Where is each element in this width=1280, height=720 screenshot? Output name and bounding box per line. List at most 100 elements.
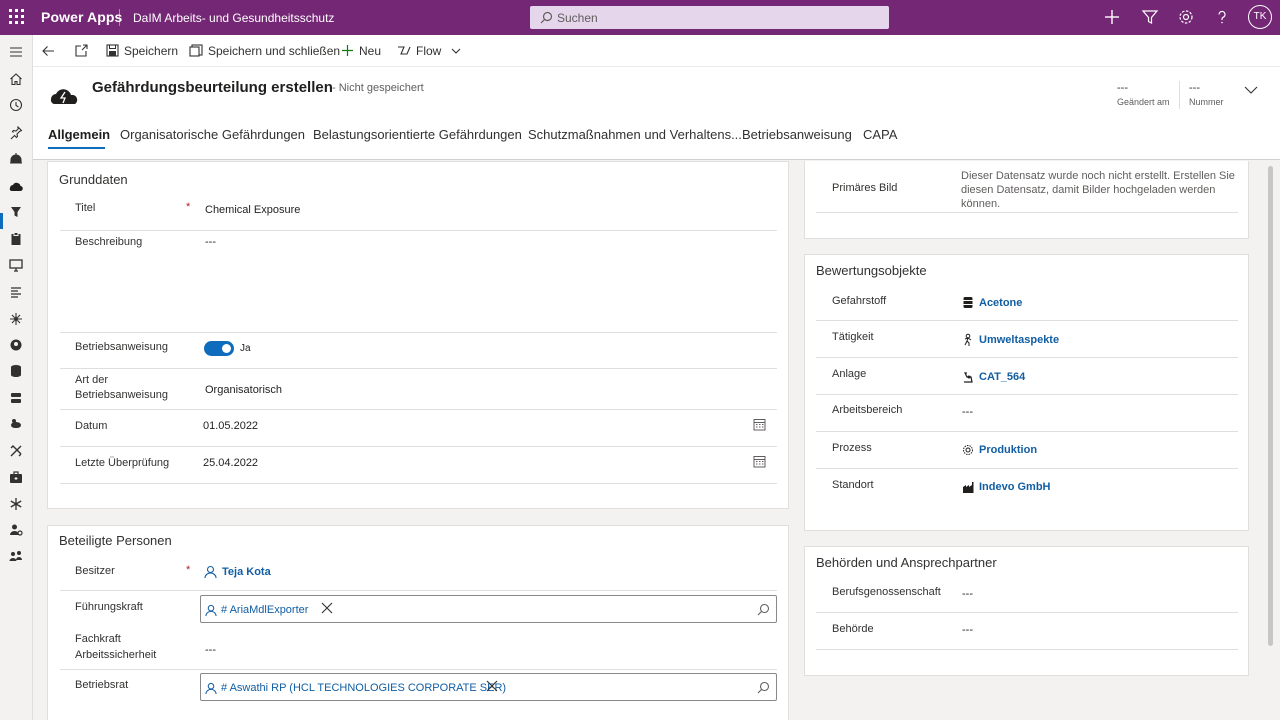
storage-icon[interactable] [8,390,24,406]
chevron-down-icon [451,48,461,54]
person-icon [204,565,217,579]
arbeitsbereich-value[interactable]: --- [962,406,973,418]
person-settings-icon[interactable] [8,522,24,538]
hazard-icon[interactable] [8,150,24,166]
required-marker: * [186,201,191,213]
risk-assessment-icon [50,89,78,104]
search-box[interactable]: Suchen [530,6,889,29]
letzte-pruefung-input[interactable]: 25.04.2022 [203,457,258,469]
chevron-down-icon[interactable] [1244,83,1258,97]
berufsgenossenschaft-value[interactable]: --- [962,588,973,600]
gefahrstoff-lookup[interactable]: Acetone [962,296,1022,309]
berufsgenossenschaft-label: Berufsgenossenschaft [832,586,941,598]
lookup-chip[interactable]: # Aswathi RP (HCL TECHNOLOGIES CORPORATE… [205,678,506,698]
behoerde-value[interactable]: --- [962,624,973,636]
toggle-value: Ja [240,343,251,354]
besitzer-lookup[interactable]: Teja Kota [204,565,271,579]
hamburger-icon[interactable] [8,44,24,60]
tools-icon[interactable] [8,443,24,459]
datum-input[interactable]: 01.05.2022 [203,420,258,432]
besitzer-value: Teja Kota [222,566,271,578]
app-name[interactable]: DaIM Arbeits- und Gesundheitsschutz [133,11,334,25]
save-icon [106,44,119,57]
anlage-label: Anlage [832,368,867,380]
gefahrstoff-value: Acetone [979,296,1023,309]
art-select[interactable]: Organisatorisch [205,384,282,396]
titel-input[interactable]: Chemical Exposure [205,204,300,216]
arbeitsbereich-label: Arbeitsbereich [832,404,903,416]
anlage-lookup[interactable]: CAT_564 [962,370,1025,383]
fachkraft-value[interactable]: --- [205,644,216,656]
app-launcher-icon[interactable] [9,9,25,25]
chemical-icon[interactable] [8,337,24,353]
recent-icon[interactable] [8,97,24,113]
calendar-icon[interactable] [753,455,766,468]
plus-icon[interactable] [1103,8,1121,26]
plus-icon [342,45,353,56]
snowflake-icon[interactable] [8,496,24,512]
calendar-icon[interactable] [753,418,766,431]
close-icon[interactable] [321,602,333,614]
save-button[interactable]: Speichern [106,35,178,66]
standort-value: Indevo GmbH [979,481,1051,493]
clipboard-icon[interactable] [8,231,24,247]
fuehrungskraft-lookup[interactable]: # AriaMdlExporter [200,595,777,623]
bild-message-line2: diesen Datensatz, damit Bilder hochgelad… [961,184,1216,196]
save-close-icon [189,44,203,57]
save-status: - Nicht gespeichert [332,82,424,94]
modified-on-label: Geändert am [1117,97,1170,107]
standort-lookup[interactable]: Indevo GmbH [962,481,1051,493]
section-title: Grunddaten [59,172,128,187]
people-icon[interactable] [8,548,24,564]
fachkraft-label-line1: Fachkraft [75,633,121,645]
filter-icon[interactable] [1141,8,1159,26]
funnel-icon[interactable] [8,204,24,220]
brand-label[interactable]: Power Apps [41,9,122,25]
network-icon[interactable] [8,311,24,327]
prozess-lookup[interactable]: Produktion [962,444,1037,456]
divider [1179,81,1180,109]
tab-organisatorische-gefaehrdungen[interactable]: Organisatorische Gefährdungen [120,127,305,142]
command-bar: Speichern Speichern und schließen Neu Fl… [33,35,1280,67]
back-icon[interactable] [41,44,55,58]
beschreibung-textarea[interactable]: --- [205,236,216,248]
tab-betriebsanweisung[interactable]: Betriebsanweisung [742,127,852,142]
number-label: Nummer [1189,97,1224,107]
gear-icon[interactable] [1177,8,1195,26]
tab-schutzmassnahmen[interactable]: Schutzmaßnahmen und Verhaltens... [528,127,742,142]
flow-icon [398,46,411,55]
list-icon[interactable] [8,284,24,300]
popout-icon[interactable] [74,44,88,58]
tab-belastungsorientierte-gefaehrdungen[interactable]: Belastungsorientierte Gefährdungen [313,127,522,142]
monitor-icon[interactable] [8,257,24,273]
record-header: Gefährdungsbeurteilung erstellen - Nicht… [33,67,1280,160]
betriebsanweisung-toggle[interactable] [204,341,234,356]
risk-assessment-icon[interactable] [8,177,24,193]
close-icon[interactable] [486,680,498,692]
help-icon[interactable] [1213,8,1231,26]
section-title: Behörden und Ansprechpartner [816,555,997,570]
betriebsrat-lookup[interactable]: # Aswathi RP (HCL TECHNOLOGIES CORPORATE… [200,673,777,701]
save-and-close-button[interactable]: Speichern und schließen [189,35,340,66]
barrel-icon [963,297,973,308]
tab-allgemein[interactable]: Allgemein [48,127,110,142]
shield-icon[interactable] [8,416,24,432]
database-icon[interactable] [8,363,24,379]
prozess-value: Produktion [979,444,1038,456]
home-icon[interactable] [8,71,24,87]
taetigkeit-lookup[interactable]: Umweltaspekte [962,333,1059,346]
scrollbar[interactable] [1268,166,1273,646]
nav-selection-indicator [0,213,3,229]
flow-button[interactable]: Flow [397,35,466,66]
field-row [60,555,777,591]
user-avatar[interactable]: TK [1248,5,1272,29]
record-title: Gefährdungsbeurteilung erstellen [92,79,333,96]
left-navigation: SM [0,35,33,720]
search-icon[interactable] [757,681,770,694]
new-button[interactable]: Neu [341,35,381,66]
search-icon[interactable] [757,603,770,616]
briefcase-icon[interactable] [8,469,24,485]
lookup-chip[interactable]: # AriaMdlExporter [205,600,308,620]
tab-capa[interactable]: CAPA [863,127,897,142]
pin-icon[interactable] [8,124,24,140]
